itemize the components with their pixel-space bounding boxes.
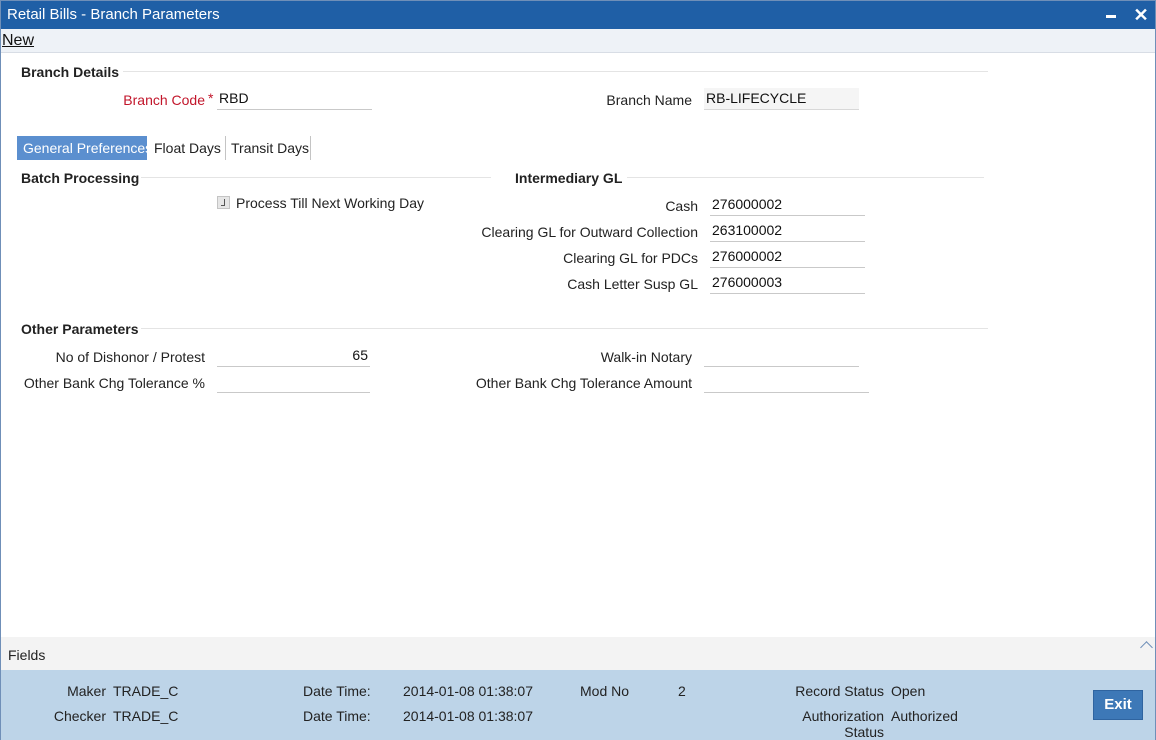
window-title: Retail Bills - Branch Parameters — [7, 6, 220, 23]
branch-name-field: RB-LIFECYCLE — [704, 88, 859, 110]
close-button[interactable]: ✕ — [1131, 5, 1151, 25]
branch-code-label: Branch Code — [123, 92, 205, 108]
chevron-up-icon[interactable] — [1140, 641, 1153, 654]
tolerance-percent-field[interactable] — [217, 371, 370, 393]
authorization-status-label-line1: Authorization — [802, 708, 884, 724]
audit-footer — [1, 670, 1155, 740]
branch-details-divider — [123, 71, 988, 72]
record-status-value: Open — [891, 683, 926, 699]
mod-no-label: Mod No — [580, 683, 630, 699]
minimize-button[interactable] — [1101, 5, 1121, 25]
checker-datetime-value: 2014-01-08 01:38:07 — [403, 708, 533, 724]
process-till-next-working-day-checkbox[interactable] — [217, 196, 230, 209]
cash-gl-field[interactable]: 276000002 — [710, 194, 865, 216]
branch-name-label: Branch Name — [606, 92, 692, 108]
clearing-gl-outward-field[interactable]: 263100002 — [710, 220, 865, 242]
branch-parameters-window: Retail Bills - Branch Parameters ✕ New B… — [0, 0, 1156, 740]
close-icon: ✕ — [1133, 5, 1149, 25]
maker-datetime-label: Date Time: — [303, 683, 371, 699]
title-bar: Retail Bills - Branch Parameters ✕ — [1, 1, 1155, 29]
batch-processing-title: Batch Processing — [21, 170, 140, 186]
clearing-gl-pdc-label: Clearing GL for PDCs — [563, 250, 698, 266]
walkin-notary-field[interactable] — [704, 345, 859, 367]
branch-details-title: Branch Details — [21, 64, 120, 80]
tab-transit-days[interactable]: Transit Days — [225, 136, 311, 160]
batch-processing-divider — [141, 177, 491, 178]
cash-letter-susp-gl-field[interactable]: 276000003 — [710, 272, 865, 294]
branch-code-field[interactable]: RBD — [217, 88, 372, 110]
walkin-notary-label: Walk-in Notary — [600, 349, 692, 365]
record-status-label: Record Status — [795, 683, 884, 699]
tolerance-percent-label: Other Bank Chg Tolerance % — [23, 375, 205, 391]
other-parameters-divider — [141, 328, 988, 329]
tolerance-amount-field[interactable] — [704, 371, 869, 393]
tab-float-days[interactable]: Float Days — [148, 136, 226, 160]
intermediary-gl-title: Intermediary GL — [515, 170, 623, 186]
checker-value: TRADE_C — [113, 708, 179, 724]
required-marker: * — [208, 90, 214, 106]
tolerance-amount-label: Other Bank Chg Tolerance Amount — [475, 375, 692, 391]
menu-bar: New — [1, 29, 1155, 53]
mod-no-value: 2 — [678, 683, 686, 699]
authorization-status-label-line2: Status — [844, 724, 884, 740]
exit-button[interactable]: Exit — [1093, 690, 1143, 720]
process-till-next-working-day-label: Process Till Next Working Day — [236, 195, 425, 211]
dishonor-protest-field[interactable]: 65 — [217, 345, 370, 367]
maker-value: TRADE_C — [113, 683, 179, 699]
dishonor-protest-label: No of Dishonor / Protest — [55, 349, 205, 365]
minimize-icon — [1106, 15, 1116, 18]
intermediary-gl-divider — [627, 177, 984, 178]
checkbox-mark-icon — [221, 199, 225, 206]
cash-label: Cash — [665, 198, 698, 214]
clearing-gl-outward-label: Clearing GL for Outward Collection — [481, 224, 698, 240]
other-parameters-title: Other Parameters — [21, 321, 139, 337]
cash-letter-susp-gl-label: Cash Letter Susp GL — [567, 276, 698, 292]
maker-label: Maker — [67, 683, 106, 699]
clearing-gl-pdc-field[interactable]: 276000002 — [710, 246, 865, 268]
authorization-status-value: Authorized — [891, 708, 958, 724]
new-link[interactable]: New — [2, 32, 34, 50]
tab-general-preferences[interactable]: General Preferences — [17, 136, 152, 160]
checker-datetime-label: Date Time: — [303, 708, 371, 724]
fields-bar[interactable]: Fields — [1, 637, 1155, 670]
fields-label: Fields — [8, 647, 46, 663]
checker-label: Checker — [53, 708, 106, 724]
maker-datetime-value: 2014-01-08 01:38:07 — [403, 683, 533, 699]
